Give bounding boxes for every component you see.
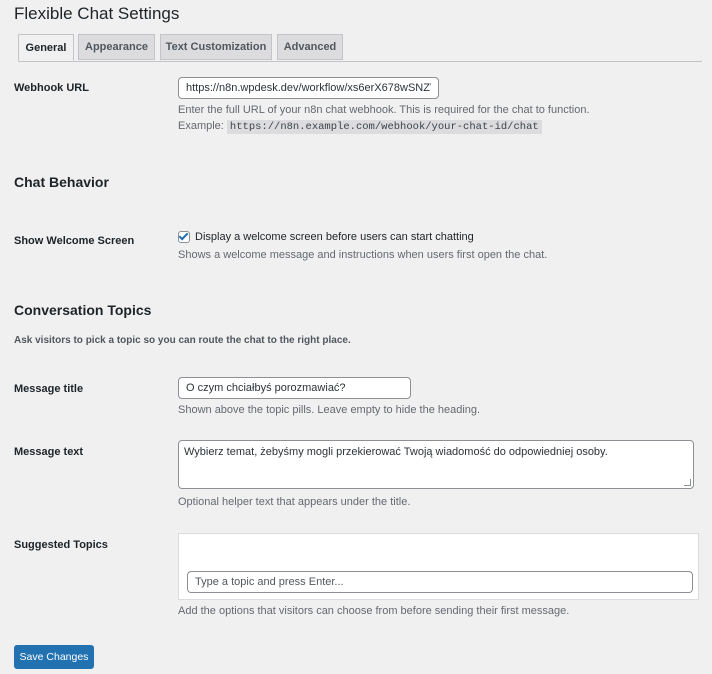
welcome-screen-checkbox[interactable] <box>178 230 190 243</box>
chat-behavior-heading: Chat Behavior <box>14 174 109 190</box>
webhook-url-help: Enter the full URL of your n8n chat webh… <box>178 104 590 116</box>
welcome-screen-description: Shows a welcome message and instructions… <box>178 249 548 261</box>
message-text-label: Message text <box>14 446 84 458</box>
message-title-description: Shown above the topic pills. Leave empty… <box>178 404 481 416</box>
message-text-description: Optional helper text that appears under … <box>178 496 411 508</box>
suggested-topics-label: Suggested Topics <box>14 539 108 551</box>
settings-tabs: General Appearance Text Customization Ad… <box>18 34 702 62</box>
save-changes-button[interactable]: Save Changes <box>14 645 94 669</box>
welcome-screen-checkbox-label[interactable]: Display a welcome screen before users ca… <box>195 231 474 243</box>
suggested-topics-input[interactable] <box>187 571 693 593</box>
suggested-topics-container <box>178 533 699 600</box>
webhook-url-label: Webhook URL <box>14 82 89 94</box>
tab-appearance[interactable]: Appearance <box>78 34 155 60</box>
message-title-input[interactable] <box>178 377 411 399</box>
conversation-topics-heading: Conversation Topics <box>14 302 152 318</box>
webhook-example-prefix: Example: <box>178 120 224 132</box>
webhook-url-description: Enter the full URL of your n8n chat webh… <box>178 102 590 135</box>
checkmark-icon <box>178 230 189 241</box>
webhook-example-code: https://n8n.example.com/webhook/your-cha… <box>226 120 542 134</box>
page-title: Flexible Chat Settings <box>14 4 180 23</box>
webhook-url-input[interactable] <box>178 77 439 99</box>
tab-text-customization[interactable]: Text Customization <box>160 34 272 60</box>
tab-general[interactable]: General <box>18 34 74 61</box>
message-title-label: Message title <box>14 383 84 395</box>
resize-handle-icon[interactable] <box>684 479 691 486</box>
message-text-wrapper: Wybierz temat, żebyśmy mogli przekierowa… <box>178 440 694 489</box>
welcome-screen-label: Show Welcome Screen <box>14 235 135 247</box>
message-text-textarea[interactable]: Wybierz temat, żebyśmy mogli przekierowa… <box>178 440 694 489</box>
suggested-topics-description: Add the options that visitors can choose… <box>178 605 570 617</box>
conversation-topics-intro: Ask visitors to pick a topic so you can … <box>14 335 351 346</box>
tab-advanced[interactable]: Advanced <box>277 34 343 60</box>
